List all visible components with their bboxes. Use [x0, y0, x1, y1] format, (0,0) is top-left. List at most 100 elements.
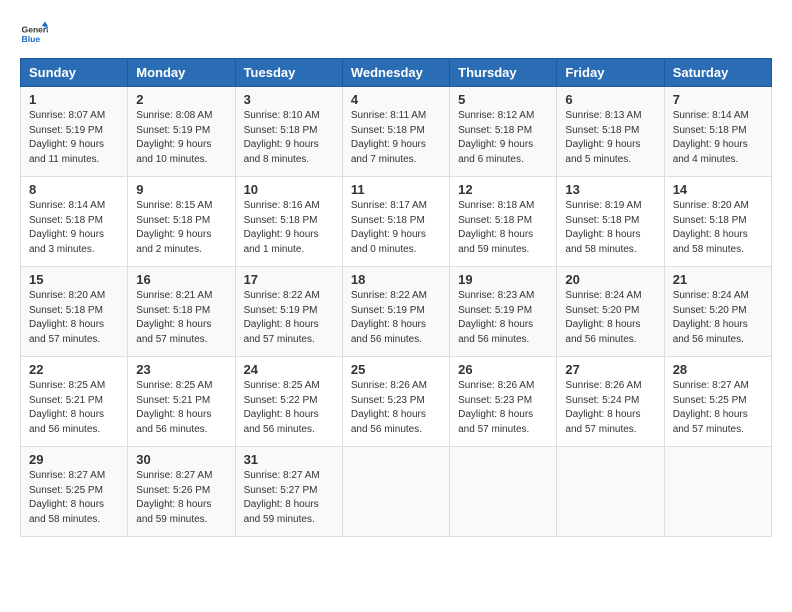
day-info: Sunrise: 8:22 AMSunset: 5:19 PMDaylight:…: [244, 289, 334, 347]
col-header-friday: Friday: [557, 59, 664, 87]
day-info: Sunrise: 8:15 AMSunset: 5:18 PMDaylight:…: [136, 199, 226, 257]
day-info: Sunrise: 8:23 AMSunset: 5:19 PMDaylight:…: [458, 289, 548, 347]
day-number: 27: [565, 362, 655, 377]
day-number: 30: [136, 452, 226, 467]
calendar-day-2: 2 Sunrise: 8:08 AMSunset: 5:19 PMDaylight…: [128, 87, 235, 177]
calendar-day-9: 9 Sunrise: 8:15 AMSunset: 5:18 PMDaylight…: [128, 177, 235, 267]
calendar-day-27: 27 Sunrise: 8:26 AMSunset: 5:24 PMDayligh…: [557, 357, 664, 447]
day-info: Sunrise: 8:08 AMSunset: 5:19 PMDaylight:…: [136, 109, 226, 167]
calendar-day-22: 22 Sunrise: 8:25 AMSunset: 5:21 PMDayligh…: [21, 357, 128, 447]
calendar-day-11: 11 Sunrise: 8:17 AMSunset: 5:18 PMDayligh…: [342, 177, 449, 267]
calendar-day-17: 17 Sunrise: 8:22 AMSunset: 5:19 PMDayligh…: [235, 267, 342, 357]
day-number: 21: [673, 272, 763, 287]
day-number: 11: [351, 182, 441, 197]
page-header: General Blue: [20, 20, 772, 48]
day-number: 1: [29, 92, 119, 107]
day-number: 10: [244, 182, 334, 197]
calendar-day-12: 12 Sunrise: 8:18 AMSunset: 5:18 PMDayligh…: [450, 177, 557, 267]
calendar-day-5: 5 Sunrise: 8:12 AMSunset: 5:18 PMDaylight…: [450, 87, 557, 177]
logo-icon: General Blue: [20, 20, 48, 48]
calendar-day-empty: [342, 447, 449, 537]
calendar-day-16: 16 Sunrise: 8:21 AMSunset: 5:18 PMDayligh…: [128, 267, 235, 357]
day-number: 9: [136, 182, 226, 197]
calendar-day-7: 7Sunrise: 8:14 AMSunset: 5:18 PMDaylight…: [664, 87, 771, 177]
calendar-week-2: 8Sunrise: 8:14 AMSunset: 5:18 PMDaylight…: [21, 177, 772, 267]
calendar-day-23: 23 Sunrise: 8:25 AMSunset: 5:21 PMDayligh…: [128, 357, 235, 447]
col-header-saturday: Saturday: [664, 59, 771, 87]
calendar-day-3: 3Sunrise: 8:10 AMSunset: 5:18 PMDaylight…: [235, 87, 342, 177]
day-info: Sunrise: 8:11 AMSunset: 5:18 PMDaylight:…: [351, 109, 441, 167]
day-number: 25: [351, 362, 441, 377]
day-number: 2: [136, 92, 226, 107]
day-number: 4: [351, 92, 441, 107]
calendar-day-25: 25 Sunrise: 8:26 AMSunset: 5:23 PMDayligh…: [342, 357, 449, 447]
day-info: Sunrise: 8:20 AMSunset: 5:18 PMDaylight:…: [673, 199, 763, 257]
calendar-day-empty: [664, 447, 771, 537]
day-info: Sunrise: 8:27 AMSunset: 5:27 PMDaylight:…: [244, 469, 334, 527]
day-info: Sunrise: 8:24 AMSunset: 5:20 PMDaylight:…: [673, 289, 763, 347]
day-info: Sunrise: 8:24 AMSunset: 5:20 PMDaylight:…: [565, 289, 655, 347]
day-info: Sunrise: 8:27 AMSunset: 5:25 PMDaylight:…: [673, 379, 763, 437]
day-info: Sunrise: 8:13 AMSunset: 5:18 PMDaylight:…: [565, 109, 655, 167]
day-info: Sunrise: 8:25 AMSunset: 5:22 PMDaylight:…: [244, 379, 334, 437]
day-info: Sunrise: 8:26 AMSunset: 5:24 PMDaylight:…: [565, 379, 655, 437]
day-number: 22: [29, 362, 119, 377]
day-info: Sunrise: 8:18 AMSunset: 5:18 PMDaylight:…: [458, 199, 548, 257]
day-info: Sunrise: 8:14 AMSunset: 5:18 PMDaylight:…: [29, 199, 119, 257]
calendar-day-4: 4 Sunrise: 8:11 AMSunset: 5:18 PMDaylight…: [342, 87, 449, 177]
day-info: Sunrise: 8:22 AMSunset: 5:19 PMDaylight:…: [351, 289, 441, 347]
day-number: 5: [458, 92, 548, 107]
calendar-day-21: 21 Sunrise: 8:24 AMSunset: 5:20 PMDayligh…: [664, 267, 771, 357]
day-info: Sunrise: 8:25 AMSunset: 5:21 PMDaylight:…: [29, 379, 119, 437]
day-info: Sunrise: 8:21 AMSunset: 5:18 PMDaylight:…: [136, 289, 226, 347]
calendar-day-14: 14 Sunrise: 8:20 AMSunset: 5:18 PMDayligh…: [664, 177, 771, 267]
day-number: 17: [244, 272, 334, 287]
calendar-week-5: 29Sunrise: 8:27 AMSunset: 5:25 PMDayligh…: [21, 447, 772, 537]
day-number: 18: [351, 272, 441, 287]
day-number: 19: [458, 272, 548, 287]
day-info: Sunrise: 8:20 AMSunset: 5:18 PMDaylight:…: [29, 289, 119, 347]
calendar-day-31: 31 Sunrise: 8:27 AMSunset: 5:27 PMDayligh…: [235, 447, 342, 537]
calendar-day-8: 8Sunrise: 8:14 AMSunset: 5:18 PMDaylight…: [21, 177, 128, 267]
calendar-table: SundayMondayTuesdayWednesdayThursdayFrid…: [20, 58, 772, 537]
col-header-tuesday: Tuesday: [235, 59, 342, 87]
calendar-day-6: 6 Sunrise: 8:13 AMSunset: 5:18 PMDaylight…: [557, 87, 664, 177]
calendar-day-18: 18 Sunrise: 8:22 AMSunset: 5:19 PMDayligh…: [342, 267, 449, 357]
calendar-day-26: 26Sunrise: 8:26 AMSunset: 5:23 PMDayligh…: [450, 357, 557, 447]
calendar-day-30: 30Sunrise: 8:27 AMSunset: 5:26 PMDayligh…: [128, 447, 235, 537]
calendar-week-1: 1 Sunrise: 8:07 AMSunset: 5:19 PMDaylight…: [21, 87, 772, 177]
day-info: Sunrise: 8:25 AMSunset: 5:21 PMDaylight:…: [136, 379, 226, 437]
day-info: Sunrise: 8:27 AMSunset: 5:25 PMDaylight:…: [29, 469, 119, 527]
calendar-day-24: 24 Sunrise: 8:25 AMSunset: 5:22 PMDayligh…: [235, 357, 342, 447]
day-number: 14: [673, 182, 763, 197]
day-info: Sunrise: 8:12 AMSunset: 5:18 PMDaylight:…: [458, 109, 548, 167]
col-header-wednesday: Wednesday: [342, 59, 449, 87]
day-number: 13: [565, 182, 655, 197]
col-header-thursday: Thursday: [450, 59, 557, 87]
day-number: 24: [244, 362, 334, 377]
calendar-day-empty: [450, 447, 557, 537]
calendar-day-29: 29Sunrise: 8:27 AMSunset: 5:25 PMDayligh…: [21, 447, 128, 537]
day-info: Sunrise: 8:19 AMSunset: 5:18 PMDaylight:…: [565, 199, 655, 257]
day-number: 3: [244, 92, 334, 107]
day-number: 6: [565, 92, 655, 107]
calendar-day-28: 28Sunrise: 8:27 AMSunset: 5:25 PMDayligh…: [664, 357, 771, 447]
calendar-day-19: 19 Sunrise: 8:23 AMSunset: 5:19 PMDayligh…: [450, 267, 557, 357]
svg-text:Blue: Blue: [22, 34, 41, 44]
day-info: Sunrise: 8:07 AMSunset: 5:19 PMDaylight:…: [29, 109, 119, 167]
day-number: 12: [458, 182, 548, 197]
day-number: 20: [565, 272, 655, 287]
day-info: Sunrise: 8:17 AMSunset: 5:18 PMDaylight:…: [351, 199, 441, 257]
calendar-day-empty: [557, 447, 664, 537]
day-info: Sunrise: 8:16 AMSunset: 5:18 PMDaylight:…: [244, 199, 334, 257]
calendar-day-10: 10 Sunrise: 8:16 AMSunset: 5:18 PMDayligh…: [235, 177, 342, 267]
calendar-day-1: 1 Sunrise: 8:07 AMSunset: 5:19 PMDaylight…: [21, 87, 128, 177]
day-number: 31: [244, 452, 334, 467]
calendar-week-3: 15Sunrise: 8:20 AMSunset: 5:18 PMDayligh…: [21, 267, 772, 357]
day-number: 7: [673, 92, 763, 107]
col-header-monday: Monday: [128, 59, 235, 87]
day-info: Sunrise: 8:26 AMSunset: 5:23 PMDaylight:…: [351, 379, 441, 437]
day-number: 16: [136, 272, 226, 287]
day-number: 23: [136, 362, 226, 377]
day-number: 26: [458, 362, 548, 377]
